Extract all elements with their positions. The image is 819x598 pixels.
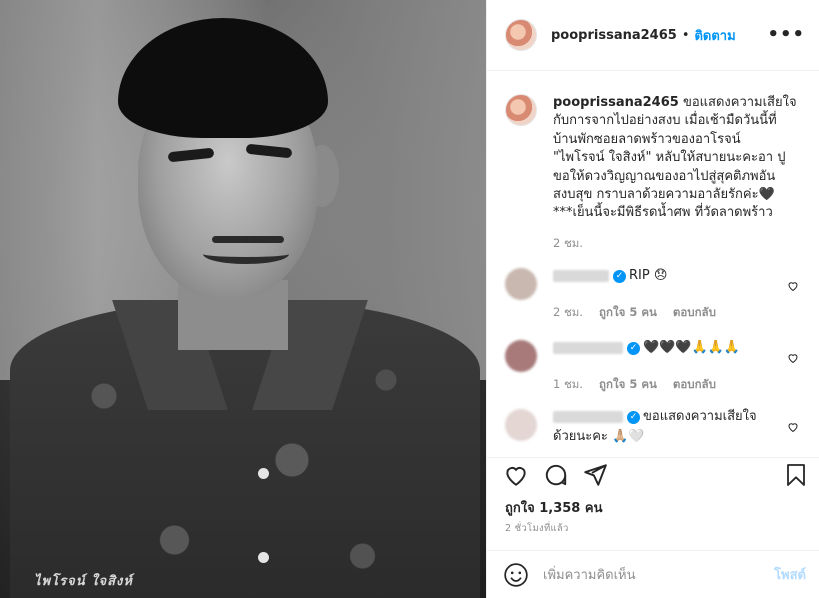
commenter-name-blurred[interactable]: [553, 411, 623, 423]
photo-mustache: [212, 236, 284, 243]
comment-likes[interactable]: ถูกใจ 5 คน: [599, 305, 657, 319]
photo-shirt-button: [258, 468, 269, 479]
caption-time: 2 ชม.: [553, 236, 584, 250]
commenter-avatar[interactable]: [505, 409, 537, 441]
share-icon[interactable]: [582, 462, 608, 488]
commenter-avatar[interactable]: [505, 340, 537, 372]
caption-line: ***เย็นนี้จะมีพิธีรดน้ำศพ ที่วัดลาดพร้าว: [553, 205, 773, 221]
emoji-icon[interactable]: [503, 562, 529, 588]
comment-input[interactable]: เพิ่มความคิดเห็น: [543, 564, 774, 585]
comment-likes[interactable]: ถูกใจ 5 คน: [599, 377, 657, 391]
post-time: 2 ชั่วโมงที่แล้ว: [505, 523, 569, 534]
likes-count[interactable]: ถูกใจ 1,358 คน: [505, 497, 602, 518]
reply-button[interactable]: ตอบกลับ: [673, 377, 716, 391]
comment-text: ขอแสดงความเสียใจ: [643, 409, 757, 424]
photo-mouth: [203, 244, 289, 264]
caption-line: ขอแสดงความเสียใจ: [682, 95, 797, 110]
commenter-name-blurred[interactable]: [553, 270, 609, 282]
post-photo[interactable]: ไพโรจน์ ใจสิงห์: [0, 0, 486, 598]
author-username[interactable]: pooprissana2465: [551, 28, 677, 43]
post-header: pooprissana2465 • ติดตาม •••: [487, 0, 819, 71]
caption-line: "ไพโรจน์ ใจสิงห์" หลับให้สบายนะคะอา ปู: [553, 150, 786, 166]
verified-icon: ✓: [627, 411, 640, 424]
verified-icon: ✓: [627, 342, 640, 355]
comment-time: 1 ชม.: [553, 377, 584, 391]
caption-avatar[interactable]: [505, 94, 537, 126]
photo-shirt-button: [258, 552, 269, 563]
comment-text: 🖤🖤🖤🙏🙏🙏: [643, 340, 741, 355]
caption-username[interactable]: pooprissana2465: [553, 95, 679, 110]
comment-text: ด้วยนะคะ 🙏🏼🤍: [553, 429, 645, 444]
comment-time: 2 ชม.: [553, 305, 584, 319]
follow-button[interactable]: ติดตาม: [694, 25, 735, 46]
author-avatar[interactable]: [505, 19, 537, 51]
post-comment-button[interactable]: โพสต์: [774, 564, 806, 585]
commenter-name-blurred[interactable]: [553, 342, 623, 354]
heart-icon[interactable]: [787, 280, 799, 292]
caption-line: กับการจากไปอย่างสงบ เมื่อเช้ามืดวันนี้ที…: [553, 113, 777, 129]
bookmark-icon[interactable]: [784, 462, 808, 488]
verified-icon: ✓: [613, 270, 626, 283]
more-icon[interactable]: •••: [767, 24, 805, 45]
comments-section[interactable]: pooprissana2465 ขอแสดงความเสียใจ กับการจ…: [487, 72, 819, 456]
comment-icon[interactable]: [543, 462, 569, 488]
photo-caption: ไพโรจน์ ใจสิงห์: [34, 574, 133, 589]
add-comment-bar: เพิ่มความคิดเห็น โพสต์: [487, 550, 819, 598]
post-sidebar: pooprissana2465 • ติดตาม ••• pooprissana…: [486, 0, 819, 598]
caption-line: ขอให้ดวงวิญญาณของอาไปสู่สุคติภพอัน: [553, 168, 776, 184]
header-separator: •: [681, 27, 690, 43]
comment-meta: 2 ชม. ถูกใจ 5 คน ตอบกลับ: [553, 304, 728, 322]
reply-button[interactable]: ตอบกลับ: [673, 305, 716, 319]
post-actions: [487, 457, 819, 493]
heart-icon[interactable]: [787, 421, 799, 433]
comment-meta: 1 ชม. ถูกใจ 5 คน ตอบกลับ: [553, 376, 728, 394]
commenter-avatar[interactable]: [505, 268, 537, 300]
heart-icon[interactable]: [503, 462, 529, 488]
comment-text: RIP 😞: [629, 268, 668, 283]
caption-line: บ้านพักซอยลาดพร้าวของอาโรจน์: [553, 131, 741, 147]
heart-icon[interactable]: [787, 352, 799, 364]
caption-text: pooprissana2465 ขอแสดงความเสียใจ กับการจ…: [553, 94, 815, 223]
caption-line: สงบสุข กราบลาด้วยความอาลัยรักค่ะ🖤: [553, 187, 775, 203]
